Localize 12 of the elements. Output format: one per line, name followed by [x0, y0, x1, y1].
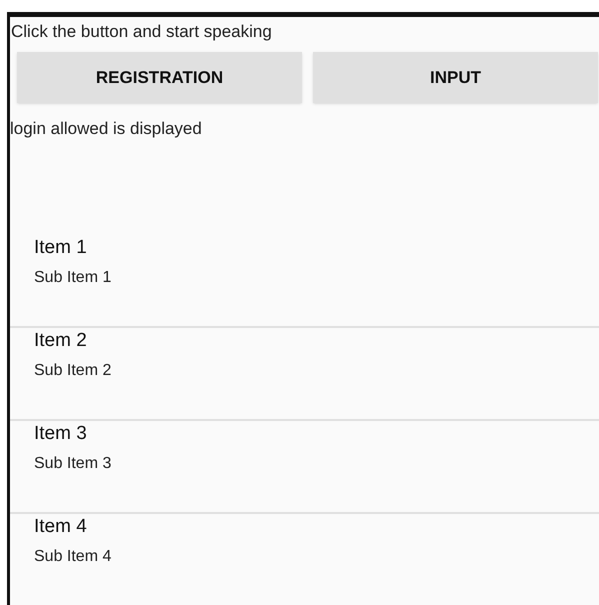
action-button[interactable]: REGISTRATION [17, 52, 302, 103]
list-item-subtitle: Sub Item 2 [34, 361, 112, 381]
list-item-title[interactable]: Item 4 [34, 515, 599, 539]
list-item-title[interactable]: Item 1 [34, 236, 599, 260]
status-text: login allowed is displayed [10, 119, 203, 139]
instruction-text: Click the button and start speaking [10, 21, 273, 42]
list-item-subtitle: Sub Item 1 [34, 268, 112, 288]
action-button[interactable]: INPUT [313, 52, 598, 103]
list-item-subtitle: Sub Item 3 [34, 454, 112, 474]
list-item-subtitle: Sub Item 4 [34, 547, 112, 567]
list-item-title[interactable]: Item 3 [34, 422, 599, 446]
list-item-title[interactable]: Item 2 [34, 329, 599, 353]
